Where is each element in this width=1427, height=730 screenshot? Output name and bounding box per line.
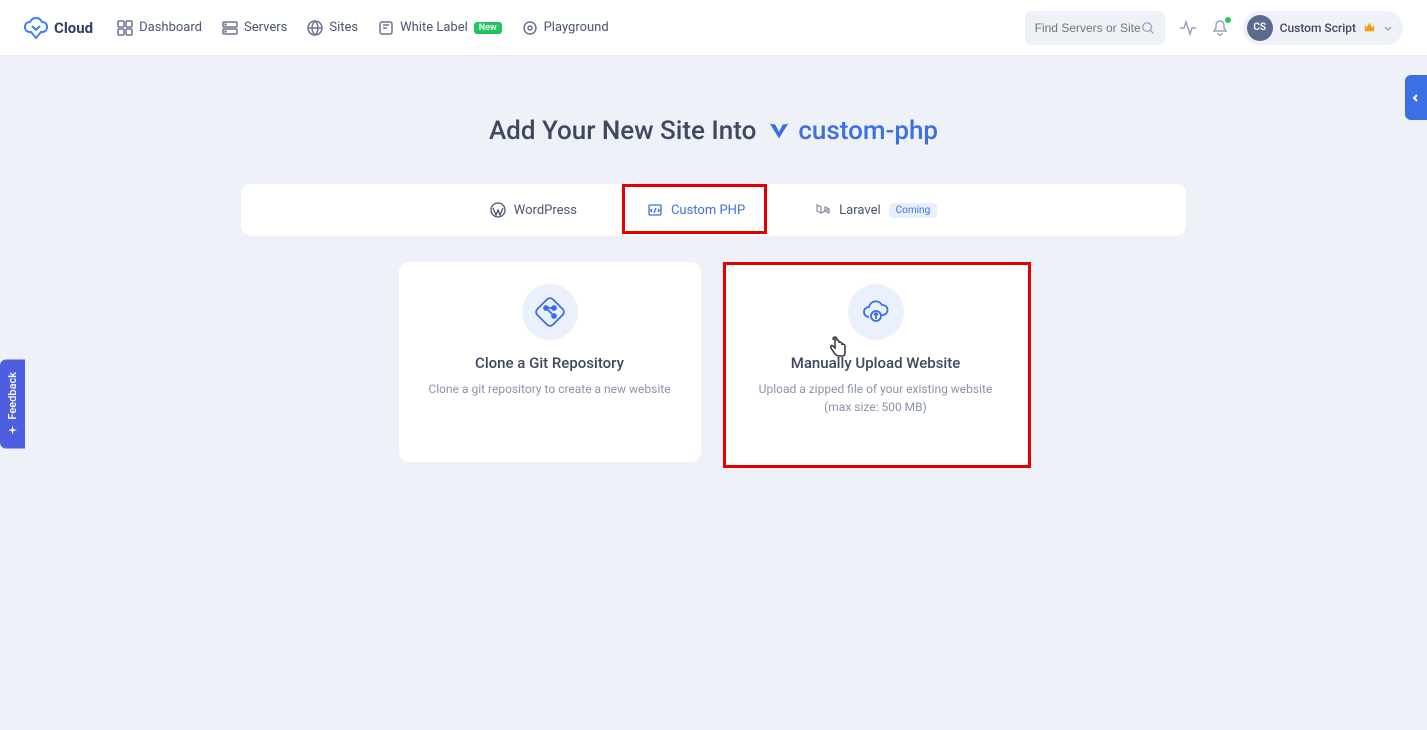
nav-dashboard-label: Dashboard <box>139 20 202 35</box>
nav-servers-label: Servers <box>244 20 287 35</box>
php-icon <box>647 202 663 218</box>
cloud-logo-icon <box>24 16 48 40</box>
servers-icon <box>222 20 238 36</box>
tab-customphp-label: Custom PHP <box>671 203 745 218</box>
dashboard-icon <box>117 20 133 36</box>
whitelabel-icon <box>378 20 394 36</box>
notification-dot <box>1225 17 1231 23</box>
avatar: CS <box>1247 15 1273 41</box>
sparkle-icon <box>7 426 18 437</box>
nav-sites-label: Sites <box>329 20 358 35</box>
notifications-button[interactable] <box>1211 19 1229 37</box>
vultr-icon <box>768 120 790 142</box>
nav-sites[interactable]: Sites <box>307 20 358 36</box>
upload-icon-circle <box>848 284 904 340</box>
nav-playground[interactable]: Playground <box>522 20 609 36</box>
coming-badge: Coming <box>889 203 938 218</box>
nav-servers[interactable]: Servers <box>222 20 287 36</box>
tab-laravel[interactable]: Laravel Coming <box>815 202 937 218</box>
git-option-desc: Clone a git repository to create a new w… <box>428 380 670 398</box>
upload-option-title: Manually Upload Website <box>791 354 961 372</box>
nav-whitelabel[interactable]: White Label New <box>378 20 502 36</box>
laravel-icon <box>815 202 831 218</box>
playground-icon <box>522 20 538 36</box>
site-type-tabs: WordPress Custom PHP Laravel Coming <box>241 184 1186 236</box>
search-input[interactable] <box>1035 21 1141 35</box>
git-icon <box>535 297 565 327</box>
chevron-down-icon <box>1383 23 1393 33</box>
cloud-upload-icon <box>861 297 891 327</box>
crown-icon <box>1363 21 1376 34</box>
activity-button[interactable] <box>1179 19 1197 37</box>
search-icon <box>1141 21 1155 35</box>
user-name: Custom Script <box>1280 21 1356 35</box>
server-name: custom-php <box>798 116 938 146</box>
brand-logo[interactable]: Cloud <box>24 16 93 40</box>
primary-nav: Dashboard Servers Sites White Label New … <box>117 20 1025 36</box>
server-name-badge[interactable]: custom-php <box>768 116 938 146</box>
brand-name: Cloud <box>54 19 93 37</box>
main-content: Add Your New Site Into custom-php WordPr… <box>0 56 1427 467</box>
topbar-right: CS Custom Script <box>1025 11 1403 45</box>
upload-option-desc: Upload a zipped file of your existing we… <box>747 380 1005 416</box>
nav-playground-label: Playground <box>544 20 609 35</box>
creation-options: Clone a Git Repository Clone a git repos… <box>399 262 1029 467</box>
sites-icon <box>307 20 323 36</box>
wordpress-icon <box>490 202 506 218</box>
top-navigation: Cloud Dashboard Servers Sites White Labe… <box>0 0 1427 56</box>
tab-laravel-label: Laravel <box>839 203 880 218</box>
tab-wordpress[interactable]: WordPress <box>490 202 577 218</box>
git-option-title: Clone a Git Repository <box>475 354 624 372</box>
nav-dashboard[interactable]: Dashboard <box>117 20 202 36</box>
option-clone-git[interactable]: Clone a Git Repository Clone a git repos… <box>399 262 701 462</box>
page-title-prefix: Add Your New Site Into <box>489 116 756 146</box>
option-manual-upload[interactable]: Manually Upload Website Upload a zipped … <box>723 262 1029 467</box>
tab-wordpress-label: WordPress <box>514 203 577 218</box>
page-title: Add Your New Site Into custom-php <box>489 116 938 146</box>
nav-whitelabel-label: White Label <box>400 20 468 35</box>
search-box[interactable] <box>1025 11 1165 45</box>
feedback-button[interactable]: Feedback <box>0 360 25 449</box>
git-icon-circle <box>522 284 578 340</box>
tab-customphp[interactable]: Custom PHP <box>647 202 745 218</box>
chevron-left-icon <box>1411 93 1421 103</box>
user-menu[interactable]: CS Custom Script <box>1243 11 1403 45</box>
new-badge: New <box>474 22 502 34</box>
side-panel-toggle[interactable] <box>1405 75 1427 120</box>
feedback-label: Feedback <box>6 372 19 420</box>
